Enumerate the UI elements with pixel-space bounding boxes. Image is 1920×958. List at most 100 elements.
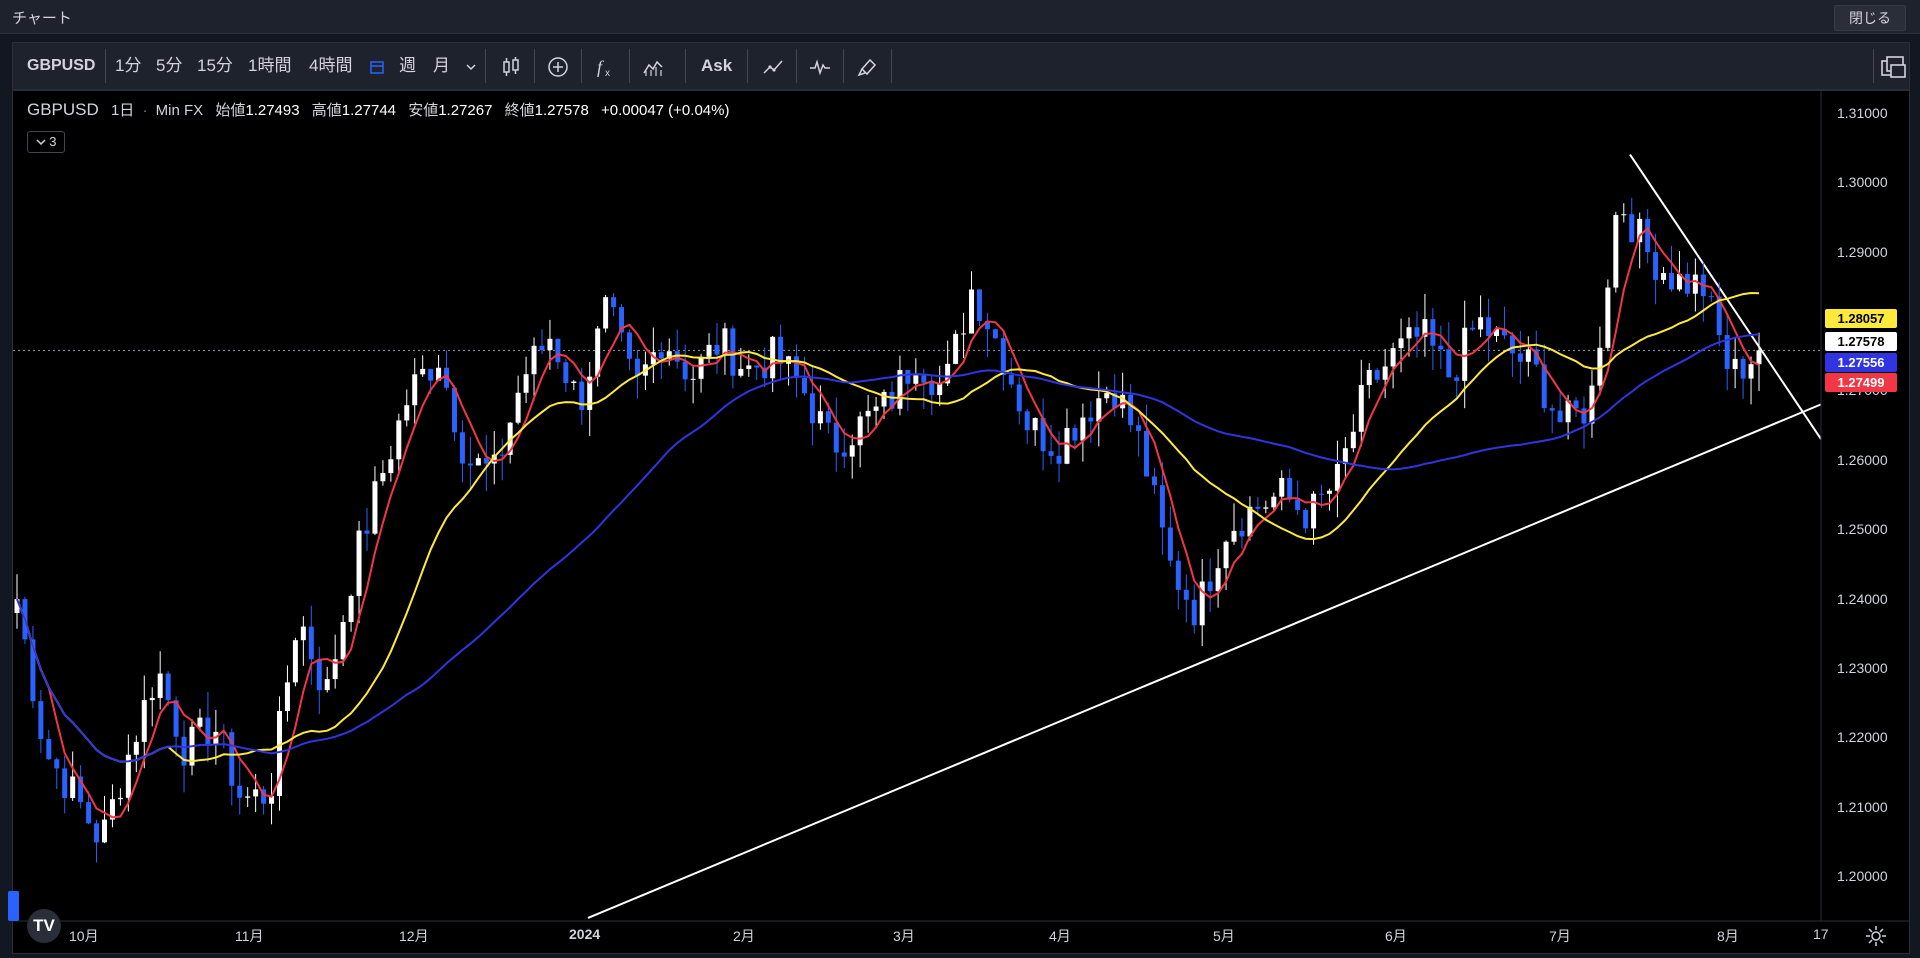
legend-dot-separator: · — [142, 102, 148, 119]
candle-body — [396, 420, 402, 460]
candle-body — [300, 626, 306, 641]
low-value: 1.27267 — [438, 102, 493, 119]
candle-body — [714, 344, 720, 355]
price-chart[interactable] — [13, 43, 1909, 953]
candle-body — [1128, 394, 1134, 426]
legend-interval: 1日 — [110, 102, 135, 119]
candle-body — [969, 289, 975, 334]
candle-body — [348, 595, 354, 623]
high-label: 高値 — [311, 102, 342, 119]
candle-body — [1692, 274, 1698, 294]
candle-body — [1382, 366, 1388, 380]
candle-body — [197, 717, 203, 727]
candle-body — [1064, 428, 1070, 464]
candle-body — [1183, 589, 1189, 600]
window-title: チャート — [12, 10, 72, 27]
close-value: 1.27578 — [534, 102, 589, 119]
candle-body — [849, 445, 855, 457]
candle-body — [1024, 411, 1030, 431]
candle-body — [1175, 560, 1181, 590]
candle-body — [1629, 214, 1635, 243]
change-value: +0.00047 (+0.04%) — [601, 102, 730, 119]
candle-body — [634, 358, 640, 376]
candle-body — [571, 381, 577, 384]
candle-body — [1406, 327, 1412, 339]
price-tick-label: 1.25000 — [1837, 521, 1888, 538]
candle-body — [1358, 385, 1364, 432]
time-tick-label: 12月 — [399, 928, 429, 944]
candle-body — [1748, 364, 1754, 379]
candle-body — [101, 819, 107, 843]
candle-body — [1740, 358, 1746, 379]
price-label-box: 1.27556 — [1825, 353, 1897, 372]
candle-body — [1000, 338, 1006, 376]
time-tick-label: 6月 — [1385, 928, 1407, 944]
candle-body — [1279, 477, 1285, 497]
candle-body — [1032, 418, 1038, 431]
legend-symbol[interactable]: GBPUSD — [27, 100, 99, 119]
candle-body — [1756, 350, 1762, 365]
candle-body — [905, 369, 911, 384]
price-tick-label: 1.30000 — [1837, 174, 1888, 191]
settings-gear-icon[interactable] — [1865, 925, 1887, 947]
candle-body — [1517, 353, 1523, 362]
candle-body — [1088, 417, 1094, 422]
candle-body — [1334, 463, 1340, 491]
candle-body — [754, 365, 760, 368]
candle-body — [245, 796, 251, 798]
candle-body — [308, 626, 314, 660]
time-tick-label: 2024 — [569, 926, 601, 942]
candle-body — [70, 776, 76, 799]
candle-body — [292, 640, 298, 683]
chevron-down-icon — [36, 139, 46, 146]
candle-body — [1287, 477, 1293, 500]
candle-body — [1613, 214, 1619, 288]
candle-body — [595, 328, 601, 377]
candle-body — [1231, 530, 1237, 542]
candle-body — [515, 392, 521, 423]
candle-body — [929, 382, 935, 396]
candle-body — [1581, 408, 1587, 424]
price-tick-label: 1.24000 — [1837, 590, 1888, 607]
candle-body — [380, 473, 386, 482]
candle-body — [420, 368, 426, 375]
candle-body — [1207, 581, 1213, 592]
candle-body — [579, 381, 585, 410]
price-tick-label: 1.21000 — [1837, 798, 1888, 815]
candle-body — [698, 356, 704, 379]
candle-body — [1446, 349, 1452, 378]
candle-body — [467, 463, 473, 466]
close-button[interactable]: 閉じる — [1834, 5, 1906, 31]
candle-body — [1247, 506, 1253, 537]
candle-body — [1732, 358, 1738, 370]
candle-body — [364, 530, 370, 534]
candle-body — [356, 530, 362, 596]
candle-body — [1669, 273, 1675, 290]
open-label: 始値 — [215, 102, 246, 119]
candle-body — [475, 458, 481, 466]
candle-body — [873, 406, 879, 411]
indicators-collapse-button[interactable]: 3 — [27, 131, 65, 153]
time-tick-label: 4月 — [1049, 928, 1071, 944]
candle-body — [1295, 499, 1301, 510]
candle-body — [46, 739, 52, 760]
candle-body — [428, 368, 434, 381]
candle-body — [1144, 430, 1150, 477]
tradingview-logo[interactable]: TV — [27, 909, 61, 943]
price-tick-label: 1.29000 — [1837, 243, 1888, 260]
time-tick-label: 2月 — [733, 928, 755, 944]
candle-body — [94, 823, 100, 843]
candle-body — [738, 368, 744, 376]
sidebar-toggle-handle[interactable] — [8, 891, 19, 921]
candle-body — [1414, 327, 1420, 337]
candle-body — [1454, 377, 1460, 381]
candle-body — [1096, 398, 1102, 422]
candle-body — [1223, 541, 1229, 569]
candle-body — [921, 375, 927, 383]
price-tick-label: 1.20000 — [1837, 868, 1888, 885]
candle-body — [857, 416, 863, 446]
candle-body — [801, 377, 807, 394]
candle-body — [992, 329, 998, 339]
candle-body — [1621, 214, 1627, 216]
candle-body — [841, 452, 847, 457]
